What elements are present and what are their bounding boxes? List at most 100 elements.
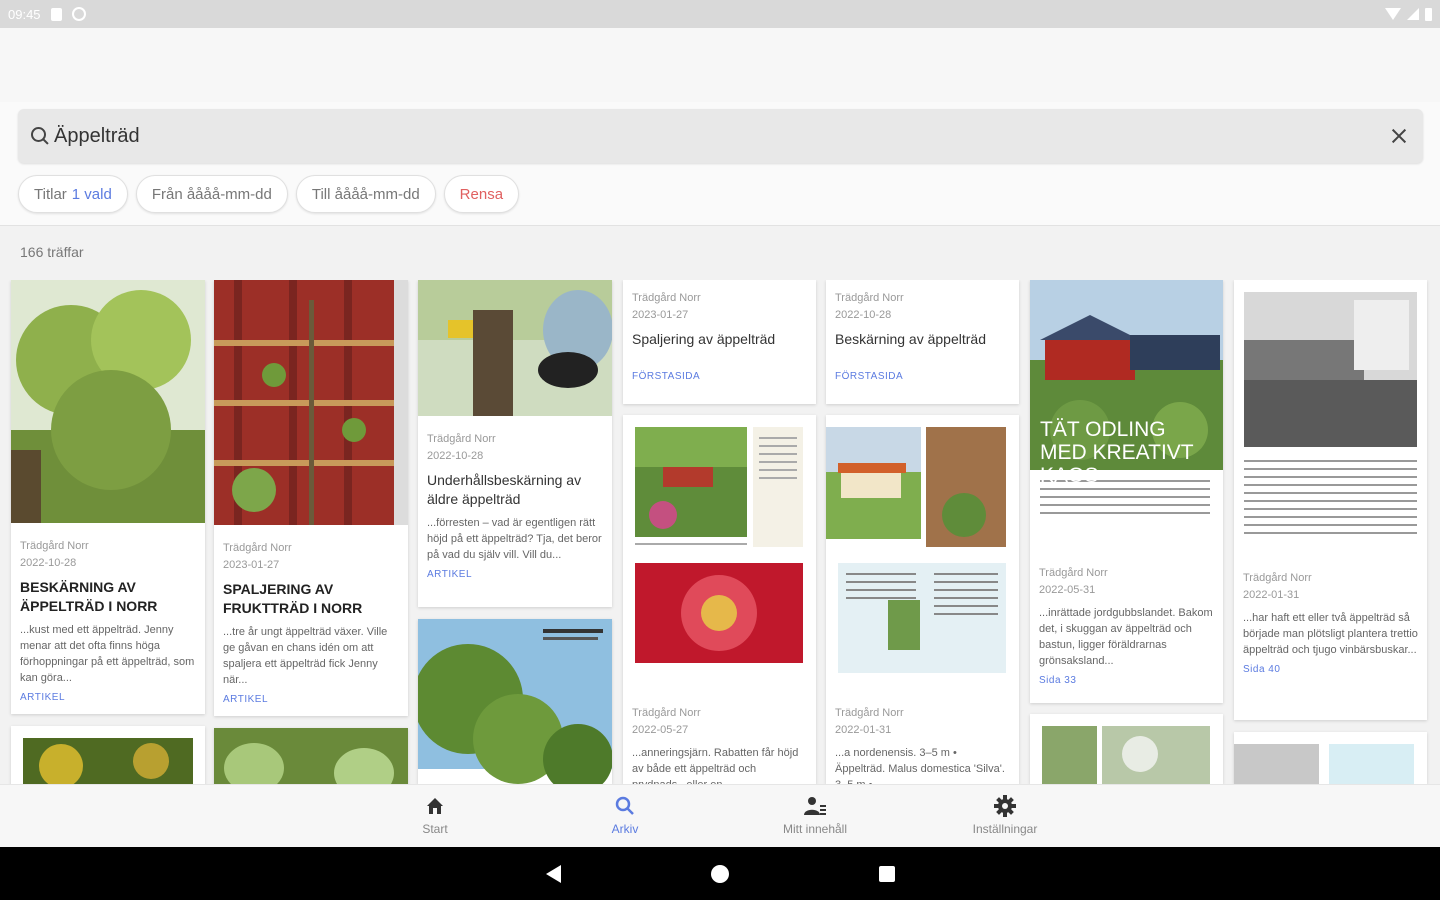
card-title: Underhållsbeskärning av äldre äppelträd <box>427 472 582 507</box>
results-count: 166 träffar <box>20 244 84 260</box>
nav-item-installningar[interactable]: Inställningar <box>910 785 1100 847</box>
card-excerpt: ...tre år ungt äppelträd växer. Ville ge… <box>223 626 388 686</box>
card-excerpt: ...har haft ett eller två äppelträd så b… <box>1243 612 1418 656</box>
search-box[interactable] <box>18 109 1423 163</box>
card-source: Trädgård Norr <box>20 540 89 552</box>
card-source: Trädgård Norr <box>223 542 292 554</box>
card-source: Trädgård Norr <box>835 707 904 719</box>
nav-label: Start <box>422 822 448 836</box>
result-card[interactable]: Trädgård Norr 2022-10-28 Beskärning av äp… <box>826 280 1019 404</box>
result-card[interactable] <box>1030 714 1223 784</box>
card-date: 2022-01-31 <box>1243 589 1300 601</box>
card-tag: Sida 33 <box>1039 675 1077 686</box>
card-tag: ARTIKEL <box>223 694 268 705</box>
sd-card-icon <box>50 7 62 21</box>
article-image <box>11 280 205 523</box>
clear-search-icon[interactable] <box>1387 124 1411 148</box>
clear-filters-label: Rensa <box>459 185 504 203</box>
card-tag: ARTIKEL <box>427 569 472 580</box>
article-image <box>418 280 612 416</box>
card-excerpt: ...a nordenensis. 3–5 m • Äppelträd. Mal… <box>835 747 1005 784</box>
page-thumbnail <box>1234 280 1427 555</box>
card-excerpt: ...inrättade jordgubbslandet. Bakom det,… <box>1039 607 1213 667</box>
gear-icon <box>994 795 1016 817</box>
card-date: 2022-10-28 <box>20 557 77 569</box>
result-card[interactable]: Trädgård Norr 2022-01-31 ...har haft ett … <box>1234 280 1427 720</box>
sync-icon <box>71 7 86 21</box>
search-icon <box>615 796 635 816</box>
card-date: 2022-10-28 <box>427 450 484 462</box>
status-bar: 09:45 <box>0 0 1440 28</box>
card-excerpt: ...kust med ett äppelträd. Jenny menar a… <box>20 624 195 684</box>
clear-filters-chip[interactable]: Rensa <box>443 175 520 213</box>
from-date-label: Från åååå-mm-dd <box>151 185 272 203</box>
image-headline: TÄT ODLING MED KREATIVT KAOS <box>1040 418 1194 487</box>
card-tag: FÖRSTASIDA <box>632 371 701 382</box>
filter-chips: Titlar 1 vald Från åååå-mm-dd Till åååå-… <box>18 175 520 213</box>
page-thumbnail <box>826 415 1019 690</box>
recents-icon[interactable] <box>878 865 895 882</box>
result-card[interactable]: Trädgård Norr 2022-10-28 Underhållsbeskär… <box>418 280 612 607</box>
search-input[interactable] <box>54 124 1387 148</box>
result-card[interactable] <box>214 728 408 784</box>
nav-item-start[interactable]: Start <box>340 785 530 847</box>
card-title: SPALJERING AV FRUKTTRÄD I NORR <box>223 581 363 616</box>
home-icon <box>425 796 445 816</box>
card-source: Trädgård Norr <box>835 292 904 304</box>
bottom-navigation: Start Arkiv Mitt innehåll Inställningar <box>0 784 1440 847</box>
result-card[interactable]: Trädgård Norr 2023-01-27 SPALJERING AV FR… <box>214 280 408 716</box>
home-button-icon[interactable] <box>710 864 729 883</box>
back-icon[interactable] <box>545 864 561 883</box>
result-card[interactable]: Trädgård Norr 2022-01-31 ...a nordenensis… <box>826 415 1019 784</box>
system-navigation-bar <box>0 847 1440 900</box>
from-date-chip[interactable]: Från åååå-mm-dd <box>135 175 288 213</box>
app-header <box>0 28 1440 102</box>
card-title: Spaljering av äppelträd <box>632 331 776 347</box>
article-image <box>214 280 408 525</box>
article-image <box>214 728 408 784</box>
result-card[interactable]: Trädgård Norr 2022-10-28 BESKÄRNING AV ÄP… <box>11 280 205 714</box>
to-date-label: Till åååå-mm-dd <box>311 185 420 203</box>
card-source: Trädgård Norr <box>1243 572 1312 584</box>
result-card[interactable]: Trädgård Norr 2022-05-27 ...anneringsjärn… <box>623 415 816 784</box>
wifi-icon <box>1385 8 1401 20</box>
page-thumbnail <box>623 415 816 690</box>
nav-label: Inställningar <box>972 822 1038 836</box>
results-grid: Trädgård Norr 2022-10-28 BESKÄRNING AV ÄP… <box>0 280 1440 784</box>
article-image <box>418 619 612 784</box>
card-source: Trädgård Norr <box>427 433 496 445</box>
titles-filter-label: Titlar <box>34 185 67 203</box>
titles-filter-value: 1 vald <box>71 185 112 203</box>
status-time: 09:45 <box>8 6 41 22</box>
card-date: 2023-01-27 <box>223 559 280 571</box>
person-icon <box>803 796 827 816</box>
card-date: 2022-01-31 <box>835 724 892 736</box>
card-date: 2022-05-31 <box>1039 584 1096 596</box>
card-date: 2023-01-27 <box>632 309 689 321</box>
card-source: Trädgård Norr <box>632 707 701 719</box>
card-title: Beskärning av äppelträd <box>835 331 986 347</box>
signal-icon <box>1407 8 1419 20</box>
result-card[interactable] <box>11 726 205 784</box>
nav-item-arkiv[interactable]: Arkiv <box>530 785 720 847</box>
card-title: BESKÄRNING AV ÄPPELTRÄD I NORR <box>20 579 158 614</box>
titles-filter-chip[interactable]: Titlar 1 vald <box>18 175 128 213</box>
card-date: 2022-10-28 <box>835 309 892 321</box>
card-excerpt: ...anneringsjärn. Rabatten får höjd av b… <box>632 747 799 784</box>
card-source: Trädgård Norr <box>632 292 701 304</box>
result-card[interactable]: Trädgård Norr 2023-01-27 Spaljering av äp… <box>623 280 816 404</box>
to-date-chip[interactable]: Till åååå-mm-dd <box>295 175 436 213</box>
article-image <box>11 726 205 784</box>
result-card[interactable] <box>1234 732 1427 784</box>
nav-label: Arkiv <box>611 822 639 836</box>
result-card[interactable] <box>418 619 612 784</box>
page-thumbnail <box>1234 732 1427 784</box>
page-thumbnail <box>1030 714 1223 784</box>
nav-item-mitt-innehall[interactable]: Mitt innehåll <box>720 785 910 847</box>
result-card[interactable]: TÄT ODLING MED KREATIVT KAOS Trädgård No… <box>1030 280 1223 703</box>
card-excerpt: ...förresten – vad är egentligen rätt hö… <box>427 517 602 561</box>
card-source: Trädgård Norr <box>1039 567 1108 579</box>
card-tag: ARTIKEL <box>20 692 65 703</box>
card-date: 2022-05-27 <box>632 724 689 736</box>
battery-icon <box>1425 7 1432 21</box>
